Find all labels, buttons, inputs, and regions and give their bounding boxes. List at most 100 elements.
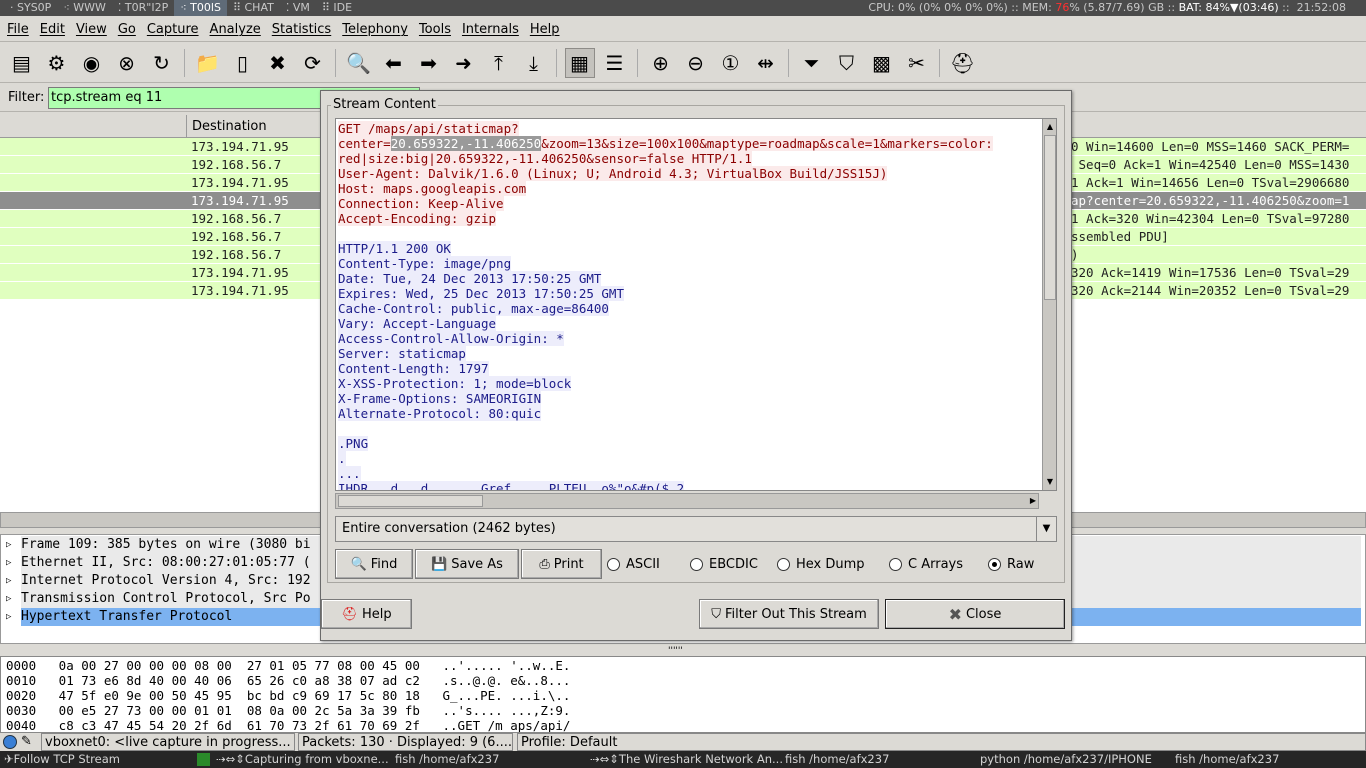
format-radio-hex-dump[interactable]: Hex Dump — [777, 557, 865, 572]
close-button[interactable]: ✖ Close — [885, 599, 1065, 629]
workspace-vm[interactable]: ⁚ VM — [280, 0, 316, 16]
save-as-button[interactable]: 💾 Save As — [415, 549, 519, 579]
format-radio-ascii[interactable]: ASCII — [607, 557, 660, 572]
start-capture-icon: ◉ — [82, 50, 101, 75]
taskbar-item[interactable]: ⇢⇔⇕Capturing from vboxne... — [216, 751, 389, 768]
expand-triangle-icon[interactable]: ▷ — [6, 536, 11, 554]
zoom-normal-button[interactable]: ① — [716, 48, 746, 78]
menu-edit[interactable]: Edit — [33, 17, 69, 42]
workspace-sys0p[interactable]: · SYS0P — [4, 0, 57, 16]
client-stream-line: red|size:big|20.659322,-11.406250&sensor… — [338, 151, 752, 166]
menu-capture[interactable]: Capture — [140, 17, 203, 42]
stream-text-view[interactable]: ▲ ▼ GET /maps/api/staticmap? center=20.65… — [335, 118, 1057, 491]
restart-capture-button[interactable]: ↻ — [147, 48, 177, 78]
autoscroll-button[interactable]: ☰ — [600, 48, 630, 78]
capture-comment-icon[interactable]: ✎ — [21, 733, 32, 751]
workspace-t00ls[interactable]: ⁖ T00lS — [174, 0, 227, 16]
help-button[interactable]: ⛑ Help — [321, 599, 412, 629]
go-back-button[interactable]: ⬅ — [379, 48, 409, 78]
resize-columns-button[interactable]: ⇹ — [751, 48, 781, 78]
zoom-in-icon: ⊕ — [652, 50, 669, 75]
open-file-button[interactable]: 📁 — [193, 48, 223, 78]
workspace-ide[interactable]: ⠿ IDE — [316, 0, 358, 16]
stream-vertical-scrollbar[interactable]: ▲ ▼ — [1042, 119, 1056, 490]
menu-statistics[interactable]: Statistics — [265, 17, 335, 42]
taskbar-item[interactable]: fish /home/afx237 — [1175, 751, 1279, 768]
menu-tools[interactable]: Tools — [412, 17, 455, 42]
workspace-t0ri2p[interactable]: ⁚ T0R"I2P — [112, 0, 174, 16]
taskbar-active-window[interactable]: ✈Follow TCP Stream — [4, 751, 120, 768]
stop-capture-button[interactable]: ⊗ — [112, 48, 142, 78]
scrollbar-thumb[interactable] — [338, 495, 483, 507]
display-filters-button[interactable]: ⛉ — [832, 48, 862, 78]
capture-filters-icon: ⏷ — [803, 50, 820, 75]
close-file-button[interactable]: ✖ — [263, 48, 293, 78]
conversation-select[interactable]: Entire conversation (2462 bytes) ▼ — [335, 516, 1057, 542]
client-stream-line: Connection: Keep-Alive — [338, 196, 504, 211]
find-button[interactable]: 🔍 Find — [335, 549, 413, 579]
radio-indicator[interactable] — [889, 558, 902, 571]
workspace-www[interactable]: ⁖ WWW — [57, 0, 112, 16]
save-file-button[interactable]: ▯ — [228, 48, 258, 78]
menu-telephony[interactable]: Telephony — [335, 17, 412, 42]
zoom-in-button[interactable]: ⊕ — [646, 48, 676, 78]
pane-splitter[interactable]: '''''' — [0, 646, 1366, 656]
menu-help[interactable]: Help — [523, 17, 564, 42]
capture-options-button[interactable]: ⚙ — [42, 48, 72, 78]
profile-status[interactable]: Profile: Default — [517, 733, 1366, 751]
radio-indicator[interactable] — [988, 558, 1001, 571]
zoom-out-button[interactable]: ⊖ — [681, 48, 711, 78]
capture-filters-button[interactable]: ⏷ — [797, 48, 827, 78]
expand-triangle-icon[interactable]: ▷ — [6, 608, 11, 626]
column-header-destination[interactable]: Destination — [192, 119, 267, 134]
scroll-down-icon[interactable]: ▼ — [1044, 475, 1056, 488]
print-button[interactable]: ⎙ Print — [521, 549, 602, 579]
coloring-rules-button[interactable]: ▩ — [867, 48, 897, 78]
start-capture-button[interactable]: ◉ — [77, 48, 107, 78]
format-radio-raw[interactable]: Raw — [988, 557, 1034, 572]
go-first-button[interactable]: ⤒ — [484, 48, 514, 78]
menu-go[interactable]: Go — [111, 17, 140, 42]
taskbar-item[interactable]: python /home/afx237/IPHONE — [980, 751, 1152, 768]
expand-triangle-icon[interactable]: ▷ — [6, 590, 11, 608]
expand-triangle-icon[interactable]: ▷ — [6, 554, 11, 572]
taskbar-item[interactable]: fish /home/afx237 — [395, 751, 499, 768]
reload-button[interactable]: ⟳ — [298, 48, 328, 78]
column-header-blank[interactable] — [0, 115, 187, 138]
scrollbar-thumb[interactable] — [1044, 135, 1056, 300]
format-radio-c-arrays[interactable]: C Arrays — [889, 557, 963, 572]
toolbar-separator — [335, 48, 336, 77]
go-to-packet-button[interactable]: ➜ — [449, 48, 479, 78]
workspace-chat[interactable]: ⠿ CHAT — [227, 0, 280, 16]
radio-indicator[interactable] — [690, 558, 703, 571]
scroll-right-icon[interactable]: ▶ — [1030, 494, 1036, 508]
chevron-down-icon[interactable]: ▼ — [1036, 517, 1056, 541]
expert-info-icon[interactable] — [3, 735, 17, 749]
splitter-grip-icon[interactable]: '''''' — [668, 646, 683, 656]
preferences-button[interactable]: ✂ — [902, 48, 932, 78]
save-as-label: Save As — [451, 556, 503, 572]
toolbar-separator — [184, 48, 185, 77]
filter-out-stream-button[interactable]: ⛉ Filter Out This Stream — [699, 599, 879, 629]
go-forward-button[interactable]: ➡ — [414, 48, 444, 78]
menu-file[interactable]: File — [0, 17, 33, 42]
taskbar-item[interactable]: fish /home/afx237 — [785, 751, 889, 768]
format-radio-ebcdic[interactable]: EBCDIC — [690, 557, 758, 572]
menu-view[interactable]: View — [69, 17, 111, 42]
menu-internals[interactable]: Internals — [455, 17, 523, 42]
stream-text: X-XSS-Protection: 1; mode=block — [338, 376, 572, 391]
stream-text: . — [338, 451, 346, 466]
find-packet-button[interactable]: 🔍 — [344, 48, 374, 78]
help-button[interactable]: ⛑ — [948, 48, 978, 78]
expand-triangle-icon[interactable]: ▷ — [6, 572, 11, 590]
radio-indicator[interactable] — [777, 558, 790, 571]
go-last-button[interactable]: ⤓ — [519, 48, 549, 78]
colorize-button[interactable]: ▦ — [564, 47, 595, 78]
stream-horizontal-scrollbar[interactable]: ▶ — [335, 493, 1039, 509]
menu-analyze[interactable]: Analyze — [203, 17, 265, 42]
taskbar-item[interactable]: ⇢⇔⇕The Wireshark Network An... — [590, 751, 783, 768]
stream-text: X-Frame-Options: SAMEORIGIN — [338, 391, 542, 406]
interfaces-button[interactable]: ▤ — [7, 48, 37, 78]
scroll-up-icon[interactable]: ▲ — [1044, 120, 1056, 133]
radio-indicator[interactable] — [607, 558, 620, 571]
